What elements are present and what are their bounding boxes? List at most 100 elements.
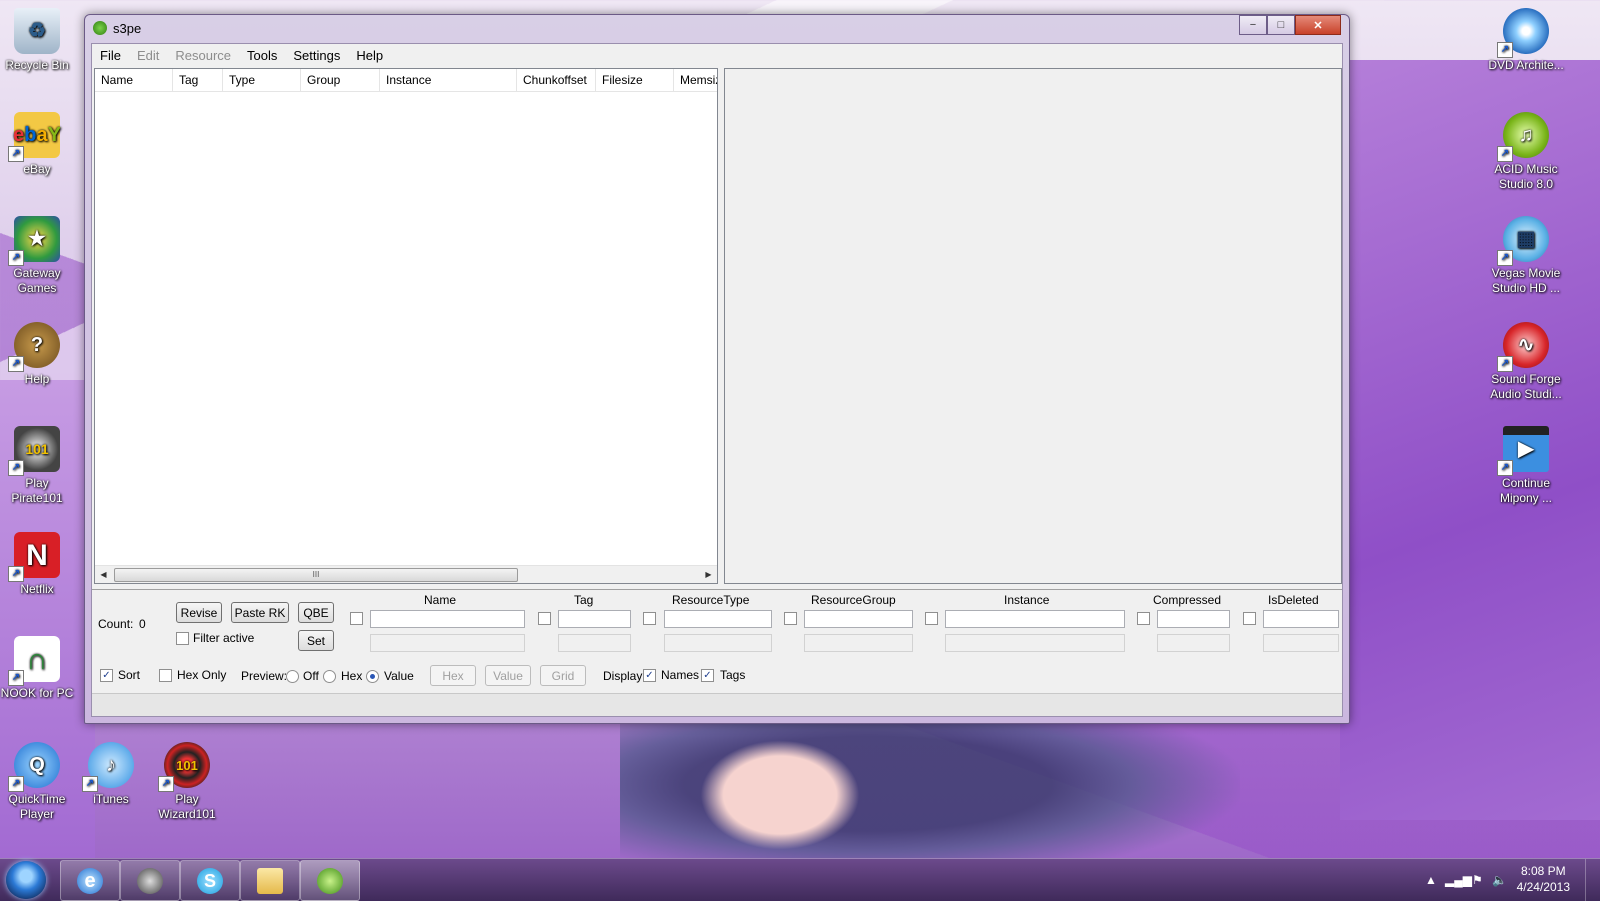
filter-label-resourcetype: ResourceType xyxy=(672,593,750,607)
start-button[interactable] xyxy=(6,861,46,899)
filter-checkbox-tag[interactable] xyxy=(538,612,551,625)
taskbar: e S ▲ ▂▄▆ ⚑ 🔈 8:08 PM 4/24/2013 xyxy=(0,858,1600,901)
preview-hex-radio[interactable] xyxy=(323,670,336,683)
list-horizontal-scrollbar[interactable]: ◀ III ▶ xyxy=(95,565,717,583)
column-header-instance[interactable]: Instance xyxy=(380,69,517,91)
hex-button[interactable]: Hex xyxy=(430,665,476,686)
system-tray: ▲ ▂▄▆ ⚑ 🔈 8:08 PM 4/24/2013 xyxy=(1400,859,1600,901)
clock[interactable]: 8:08 PM 4/24/2013 xyxy=(1517,863,1570,895)
filter-checkbox-resourcegroup[interactable] xyxy=(784,612,797,625)
names-checkbox[interactable]: ✓ xyxy=(643,669,656,682)
set-button[interactable]: Set xyxy=(298,630,334,651)
hex-only-checkbox[interactable] xyxy=(159,669,172,682)
filter-active-label: Filter active xyxy=(193,631,255,645)
display-label: Display: xyxy=(603,669,646,683)
desktop-icon-dvd-architect[interactable]: ↗ DVD Archite... xyxy=(1488,8,1564,73)
column-header-type[interactable]: Type xyxy=(223,69,301,91)
desktop-icon-quicktime[interactable]: Q ↗ QuickTime Player xyxy=(0,742,75,822)
menu-help[interactable]: Help xyxy=(348,44,391,68)
volume-icon[interactable]: 🔈 xyxy=(1492,873,1507,887)
column-header-group[interactable]: Group xyxy=(301,69,380,91)
filter-active-checkbox[interactable] xyxy=(176,632,189,645)
clock-time: 8:08 PM xyxy=(1520,864,1566,878)
desktop-icon-vegas-movie[interactable]: ▦ ↗ Vegas Movie Studio HD ... xyxy=(1488,216,1564,296)
tags-label: Tags xyxy=(720,668,746,682)
desktop-icon-gateway-games[interactable]: ★ ↗ Gateway Games xyxy=(0,216,75,296)
scroll-thumb[interactable]: III xyxy=(114,568,518,582)
desktop-icon-help[interactable]: ? ↗ Help xyxy=(0,322,75,387)
filter-checkbox-resourcetype[interactable] xyxy=(643,612,656,625)
menu-file[interactable]: File xyxy=(92,44,129,68)
filter-input-resourcetype[interactable] xyxy=(664,610,772,628)
desktop-icon-wizard101[interactable]: 101 ↗ Play Wizard101 xyxy=(149,742,225,822)
filter-input-name[interactable] xyxy=(370,610,525,628)
network-icon[interactable]: ▂▄▆ xyxy=(1445,873,1472,887)
close-button[interactable]: ✕ xyxy=(1295,15,1341,35)
filter-checkbox-instance[interactable] xyxy=(925,612,938,625)
menu-resource[interactable]: Resource xyxy=(167,44,239,68)
filter-value-isdeleted xyxy=(1263,634,1339,652)
column-header-filesize[interactable]: Filesize xyxy=(596,69,674,91)
resource-list[interactable]: Name Tag Type Group Instance Chunkoffset… xyxy=(94,68,718,584)
menu-edit[interactable]: Edit xyxy=(129,44,167,68)
taskbar-explorer[interactable] xyxy=(240,860,300,901)
sort-checkbox[interactable]: ✓ xyxy=(100,669,113,682)
s3pe-window[interactable]: s3pe − □ ✕ File Edit Resource Tools Sett… xyxy=(84,14,1350,724)
grid-button[interactable]: Grid xyxy=(540,665,586,686)
filter-input-tag[interactable] xyxy=(558,610,631,628)
filter-checkbox-isdeleted[interactable] xyxy=(1243,612,1256,625)
column-header-name[interactable]: Name xyxy=(95,69,173,91)
paste-rk-button[interactable]: Paste RK xyxy=(231,602,289,623)
taskbar-s3pe[interactable] xyxy=(300,860,360,901)
filter-checkbox-compressed[interactable] xyxy=(1137,612,1150,625)
desktop-icon-acid-music[interactable]: ♫ ↗ ACID Music Studio 8.0 xyxy=(1488,112,1564,192)
taskbar-internet-explorer[interactable]: e xyxy=(60,860,120,901)
show-desktop-button[interactable] xyxy=(1585,859,1600,901)
desktop-icon-recycle-bin[interactable]: ♻ Recycle Bin xyxy=(0,8,75,73)
desktop-icon-itunes[interactable]: ♪ ↗ iTunes xyxy=(73,742,149,807)
ebay-icon: e b a Y ↗ xyxy=(8,112,61,162)
column-header-memsize[interactable]: Memsize xyxy=(674,69,717,91)
scroll-right-icon[interactable]: ▶ xyxy=(700,566,717,583)
flag-icon[interactable]: ⚑ xyxy=(1472,873,1483,887)
show-hidden-icons-icon[interactable]: ▲ xyxy=(1425,873,1437,887)
pirate101-icon: 101 ↗ xyxy=(8,426,60,476)
menu-settings[interactable]: Settings xyxy=(285,44,348,68)
filter-input-isdeleted[interactable] xyxy=(1263,610,1339,628)
filter-input-compressed[interactable] xyxy=(1157,610,1230,628)
gateway-games-icon: ★ ↗ xyxy=(8,216,60,266)
column-header-chunkoffset[interactable]: Chunkoffset xyxy=(517,69,596,91)
preview-value-label: Value xyxy=(384,669,414,683)
tags-checkbox[interactable]: ✓ xyxy=(701,669,714,682)
filter-value-tag xyxy=(558,634,631,652)
desktop-icon-pirate101[interactable]: 101 ↗ Play Pirate101 xyxy=(0,426,75,506)
desktop-icon-sound-forge[interactable]: ∿ ↗ Sound Forge Audio Studi... xyxy=(1488,322,1564,402)
minimize-button[interactable]: − xyxy=(1239,15,1267,35)
taskbar-skype[interactable]: S xyxy=(180,860,240,901)
shortcut-arrow-icon: ↗ xyxy=(8,566,24,582)
desktop-icon-netflix[interactable]: N ↗ Netflix xyxy=(0,532,75,597)
taskbar-steam[interactable] xyxy=(120,860,180,901)
qbe-button[interactable]: QBE xyxy=(298,602,334,623)
names-label: Names xyxy=(661,668,700,682)
preview-off-radio[interactable] xyxy=(286,670,299,683)
desktop-icon-ebay[interactable]: e b a Y ↗ eBay xyxy=(0,112,75,177)
filter-value-resourcetype xyxy=(664,634,772,652)
filter-input-resourcegroup[interactable] xyxy=(804,610,913,628)
maximize-button[interactable]: □ xyxy=(1267,15,1295,35)
menu-tools[interactable]: Tools xyxy=(239,44,285,68)
value-button[interactable]: Value xyxy=(485,665,531,686)
shortcut-arrow-icon: ↗ xyxy=(158,776,174,792)
desktop-icon-mipony[interactable]: ▶ ↗ Continue Mipony ... xyxy=(1488,426,1564,506)
title-bar[interactable]: s3pe − □ ✕ xyxy=(85,15,1349,43)
column-header-tag[interactable]: Tag xyxy=(173,69,223,91)
filter-checkbox-name[interactable] xyxy=(350,612,363,625)
shortcut-arrow-icon: ↗ xyxy=(8,146,24,162)
filter-label-instance: Instance xyxy=(1004,593,1050,607)
scroll-left-icon[interactable]: ◀ xyxy=(95,566,112,583)
skype-icon: S xyxy=(197,867,223,894)
revise-button[interactable]: Revise xyxy=(176,602,222,623)
desktop-icon-nook[interactable]: ∩ ↗ NOOK for PC xyxy=(0,636,75,701)
preview-value-radio[interactable] xyxy=(366,670,379,683)
filter-input-instance[interactable] xyxy=(945,610,1125,628)
